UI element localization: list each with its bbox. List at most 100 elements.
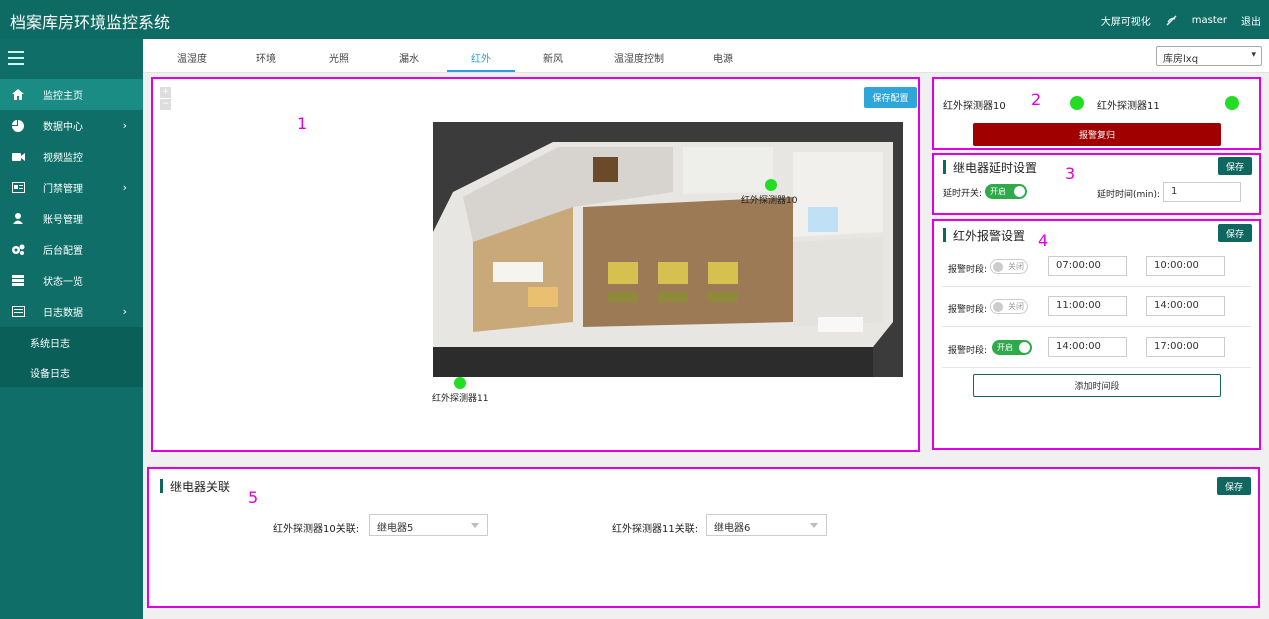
tab-temp-humidity[interactable]: 温湿度 [177,50,207,65]
divider [942,367,1251,368]
divider [942,326,1251,327]
sensor11-status-icon [1225,96,1239,110]
sensor-status-panel: 红外探测器10 2 红外探测器11 报警复归 [932,77,1261,150]
annotation-4: 4 [1038,231,1049,250]
alarm-period-1-start[interactable]: 07:00:00 [1048,256,1127,276]
logout-link[interactable]: 退出 [1241,13,1261,28]
room-select-value: 库房lxq [1163,54,1199,65]
sensor10-link-label: 红外探测器10关联: [273,524,360,535]
tab-power[interactable]: 电源 [713,50,733,65]
chevron-right-icon: › [122,305,127,318]
add-period-button[interactable]: 添加时间段 [973,374,1221,397]
alarm-period-label: 报警时段: [948,305,988,315]
header-actions: 大屏可视化 master 退出 [1101,13,1261,28]
tab-temp-control[interactable]: 温湿度控制 [614,50,664,65]
annotation-3: 3 [1065,164,1076,183]
relay-delay-title: 继电器延时设置 [943,159,1037,176]
sensor10-status-icon [1070,96,1084,110]
user-name[interactable]: master [1192,15,1227,26]
room-select[interactable]: 库房lxq ▾ [1156,46,1262,66]
sidebar-item-label: 状态一览 [43,277,83,288]
sidebar-item-label: 后台配置 [43,246,83,257]
pie-chart-icon [11,119,25,133]
annotation-5: 5 [248,488,259,507]
sensor11-marker-icon[interactable] [454,377,466,389]
alarm-period-label: 报警时段: [948,265,988,275]
delay-switch-state: 开启 [990,187,1006,196]
tab-infrared[interactable]: 红外 [471,50,491,65]
sidebar: 监控主页 数据中心 › 视频监控 门禁管理 › 账号管理 后台配置 状态一览 日… [0,39,143,619]
sensor11-status-label: 红外探测器11 [1097,101,1160,112]
alarm-period-label: 报警时段: [948,346,988,356]
annotation-1: 1 [297,114,308,133]
logs-submenu: 系统日志 设备日志 [0,327,143,387]
tab-light[interactable]: 光照 [329,50,349,65]
sidebar-subitem-device-log[interactable]: 设备日志 [0,357,143,387]
chevron-down-icon: ▾ [1251,50,1256,60]
alarm-period-3-start[interactable]: 14:00:00 [1048,337,1127,357]
zoom-in-button[interactable]: + [160,87,171,98]
user-slash-icon[interactable] [1165,15,1178,26]
relay-delay-save-button[interactable]: 保存 [1218,157,1252,175]
alarm-period-2-end[interactable]: 14:00:00 [1146,296,1225,316]
caret-down-icon [810,523,818,528]
sidebar-item-label: 账号管理 [43,215,83,226]
top-bar: 档案库房环境监控系统 大屏可视化 master 退出 [0,0,1269,39]
relay-link-panel: 继电器关联 5 保存 红外探测器10关联: 继电器5 红外探测器11关联: 继电… [147,467,1260,608]
alarm-period-2-toggle[interactable]: 关闭 [990,299,1028,314]
sidebar-item-video[interactable]: 视频监控 [0,141,143,172]
infrared-alarm-title: 红外报警设置 [943,227,1025,244]
alarm-period-1-end[interactable]: 10:00:00 [1146,256,1225,276]
delay-time-input[interactable]: 1 [1163,182,1241,202]
sidebar-item-logs[interactable]: 日志数据 › [0,296,143,327]
sidebar-item-home[interactable]: 监控主页 [0,79,143,110]
annotation-2: 2 [1031,90,1042,109]
alarm-period-2-start[interactable]: 11:00:00 [1048,296,1127,316]
chevron-right-icon: › [122,119,127,132]
sensor10-relay-select[interactable]: 继电器5 [369,514,488,536]
active-tab-indicator [447,70,515,72]
tab-bar: 温湿度 环境 光照 漏水 红外 新风 温湿度控制 电源 库房lxq ▾ [143,39,1269,73]
menu-toggle-icon[interactable] [0,39,143,79]
tab-environment[interactable]: 环境 [256,50,276,65]
sensor11-relay-value: 继电器6 [714,523,751,534]
sidebar-item-label: 数据中心 [43,122,83,133]
save-config-button[interactable]: 保存配置 [864,87,917,108]
sidebar-item-config[interactable]: 后台配置 [0,234,143,265]
tab-leak[interactable]: 漏水 [399,50,419,65]
alarm-period-3-toggle[interactable]: 开启 [992,340,1032,355]
relay-link-save-button[interactable]: 保存 [1217,477,1251,495]
bigscreen-link[interactable]: 大屏可视化 [1101,13,1151,28]
sidebar-item-data-center[interactable]: 数据中心 › [0,110,143,141]
delay-switch-toggle[interactable]: 开启 [985,184,1027,199]
chevron-right-icon: › [122,181,127,194]
divider [942,286,1251,287]
alarm-period-3-end[interactable]: 17:00:00 [1146,337,1225,357]
sensor10-status-label: 红外探测器10 [943,101,1006,112]
sidebar-item-status[interactable]: 状态一览 [0,265,143,296]
tab-fresh-air[interactable]: 新风 [543,50,563,65]
sidebar-item-label: 日志数据 [43,308,83,319]
alarm-reset-button[interactable]: 报警复归 [973,123,1221,146]
sidebar-subitem-system-log[interactable]: 系统日志 [0,327,143,357]
sensor10-relay-value: 继电器5 [377,523,414,534]
sidebar-item-label: 视频监控 [43,153,83,164]
alarm-period-3-state: 开启 [997,343,1013,352]
floorplan-image [433,122,903,377]
video-camera-icon [11,150,25,164]
delay-switch-label: 延时开关: [943,189,983,199]
delay-time-label: 延时时间(min): [1097,190,1161,200]
sensor10-marker-icon[interactable] [765,179,777,191]
infrared-alarm-save-button[interactable]: 保存 [1218,224,1252,242]
sidebar-item-access[interactable]: 门禁管理 › [0,172,143,203]
id-card-icon [11,181,25,195]
infrared-alarm-panel: 红外报警设置 4 保存 报警时段: 关闭 07:00:00 10:00:00 报… [932,219,1261,450]
sensor10-map-label: 红外探测器10 [741,196,798,206]
app-title: 档案库房环境监控系统 [10,13,171,32]
alarm-period-1-toggle[interactable]: 关闭 [990,259,1028,274]
relay-delay-panel: 继电器延时设置 3 保存 延时开关: 开启 延时时间(min): 1 [932,153,1261,215]
server-icon [11,274,25,288]
sidebar-item-account[interactable]: 账号管理 [0,203,143,234]
zoom-out-button[interactable]: − [160,99,171,110]
sensor11-relay-select[interactable]: 继电器6 [706,514,827,536]
